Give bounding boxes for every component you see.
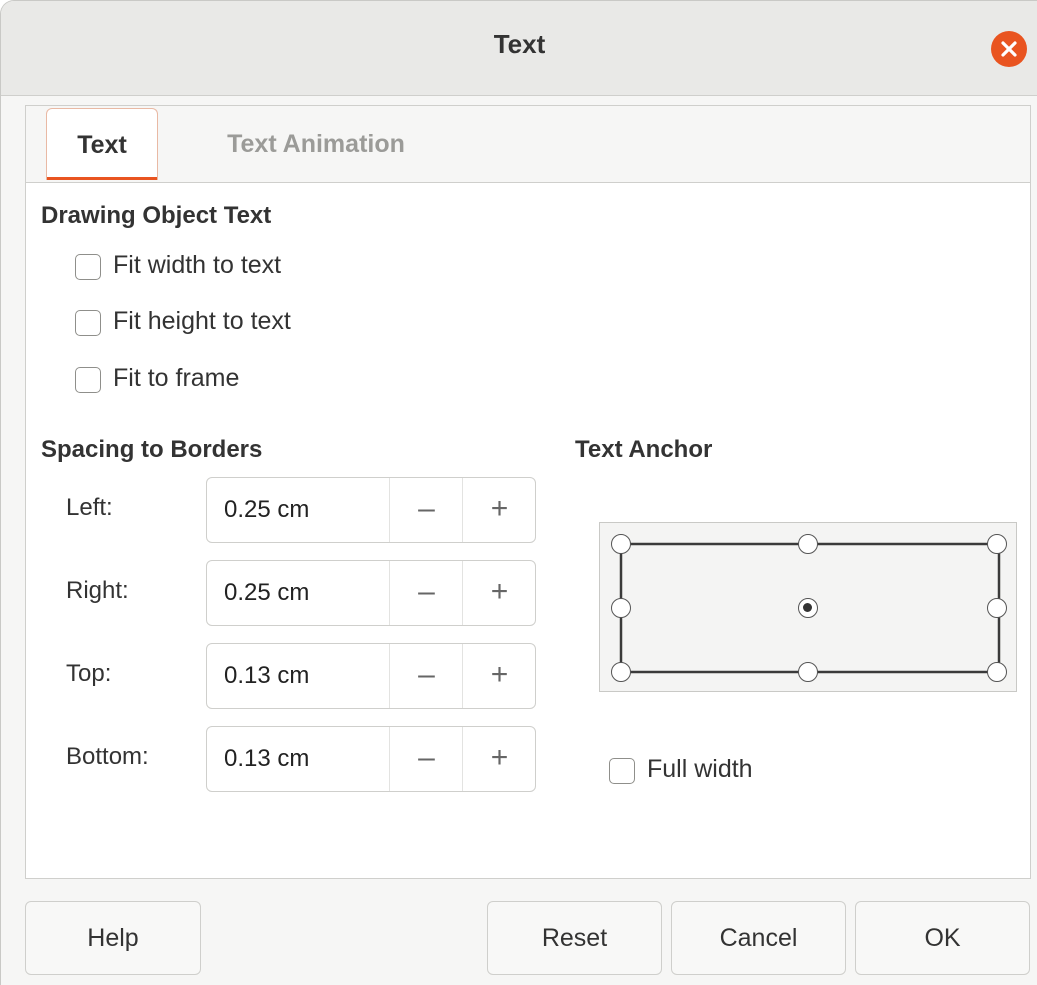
anchor-top-right[interactable] [987, 534, 1007, 554]
anchor-selected-dot [803, 603, 812, 612]
top-spacing-decrement-button[interactable]: – [389, 644, 463, 708]
plus-icon: + [490, 658, 509, 691]
minus-icon: – [418, 658, 435, 691]
right-spacing-increment-button[interactable]: + [462, 561, 536, 625]
anchor-top-center[interactable] [798, 534, 818, 554]
minus-icon: – [418, 741, 435, 774]
spacing-to-borders-heading: Spacing to Borders [41, 436, 263, 463]
text-anchor-heading: Text Anchor [575, 436, 713, 463]
tab-bar: Text Text Animation [26, 106, 1030, 183]
drawing-object-text-heading: Drawing Object Text [41, 202, 272, 229]
plus-icon: + [490, 492, 509, 525]
top-spacing-label: Top: [66, 660, 112, 687]
top-spacing-input[interactable] [208, 645, 368, 707]
anchor-bottom-right[interactable] [987, 662, 1007, 682]
top-spacing-spinner: – + [206, 643, 536, 709]
tab-text[interactable]: Text [46, 108, 158, 180]
bottom-spacing-input[interactable] [208, 728, 368, 790]
bottom-spacing-spinner: – + [206, 726, 536, 792]
left-spacing-decrement-button[interactable]: – [389, 478, 463, 542]
fit-to-frame-label: Fit to frame [113, 364, 240, 392]
full-width-label: Full width [647, 755, 753, 783]
text-dialog: Text Text Text Animation Drawing Object … [0, 0, 1037, 985]
bottom-spacing-label: Bottom: [66, 743, 149, 770]
top-spacing-increment-button[interactable]: + [462, 644, 536, 708]
anchor-middle-left[interactable] [611, 598, 631, 618]
fit-to-frame-checkbox[interactable] [75, 367, 101, 393]
full-width-checkbox[interactable] [609, 758, 635, 784]
left-spacing-spinner: – + [206, 477, 536, 543]
plus-icon: + [490, 741, 509, 774]
bottom-spacing-decrement-button[interactable]: – [389, 727, 463, 791]
plus-icon: + [490, 575, 509, 608]
reset-button[interactable]: Reset [487, 901, 662, 975]
left-spacing-input[interactable] [208, 479, 368, 541]
fit-width-to-text-checkbox[interactable] [75, 254, 101, 280]
anchor-center[interactable] [798, 598, 818, 618]
fit-width-to-text-label: Fit width to text [113, 251, 282, 279]
minus-icon: – [418, 575, 435, 608]
text-anchor-selector [599, 522, 1017, 692]
anchor-middle-right[interactable] [987, 598, 1007, 618]
fit-height-to-text-checkbox[interactable] [75, 310, 101, 336]
minus-icon: – [418, 492, 435, 525]
tab-text-label: Text [77, 131, 127, 159]
anchor-bottom-left[interactable] [611, 662, 631, 682]
anchor-top-left[interactable] [611, 534, 631, 554]
close-icon [1001, 41, 1017, 57]
left-spacing-increment-button[interactable]: + [462, 478, 536, 542]
right-spacing-input[interactable] [208, 562, 368, 624]
help-button[interactable]: Help [25, 901, 201, 975]
tab-notebook: Text Text Animation Drawing Object Text … [25, 105, 1031, 879]
tab-text-animation-label: Text Animation [227, 130, 405, 158]
right-spacing-spinner: – + [206, 560, 536, 626]
active-tab-indicator [47, 177, 157, 180]
cancel-button[interactable]: Cancel [671, 901, 846, 975]
close-button[interactable] [991, 31, 1027, 67]
anchor-bottom-center[interactable] [798, 662, 818, 682]
right-spacing-label: Right: [66, 577, 129, 604]
ok-button[interactable]: OK [855, 901, 1030, 975]
fit-height-to-text-label: Fit height to text [113, 307, 291, 335]
title-bar: Text [1, 1, 1037, 96]
tab-text-animation[interactable]: Text Animation [186, 108, 446, 180]
bottom-spacing-increment-button[interactable]: + [462, 727, 536, 791]
dialog-title: Text [493, 29, 546, 59]
left-spacing-label: Left: [66, 494, 113, 521]
right-spacing-decrement-button[interactable]: – [389, 561, 463, 625]
